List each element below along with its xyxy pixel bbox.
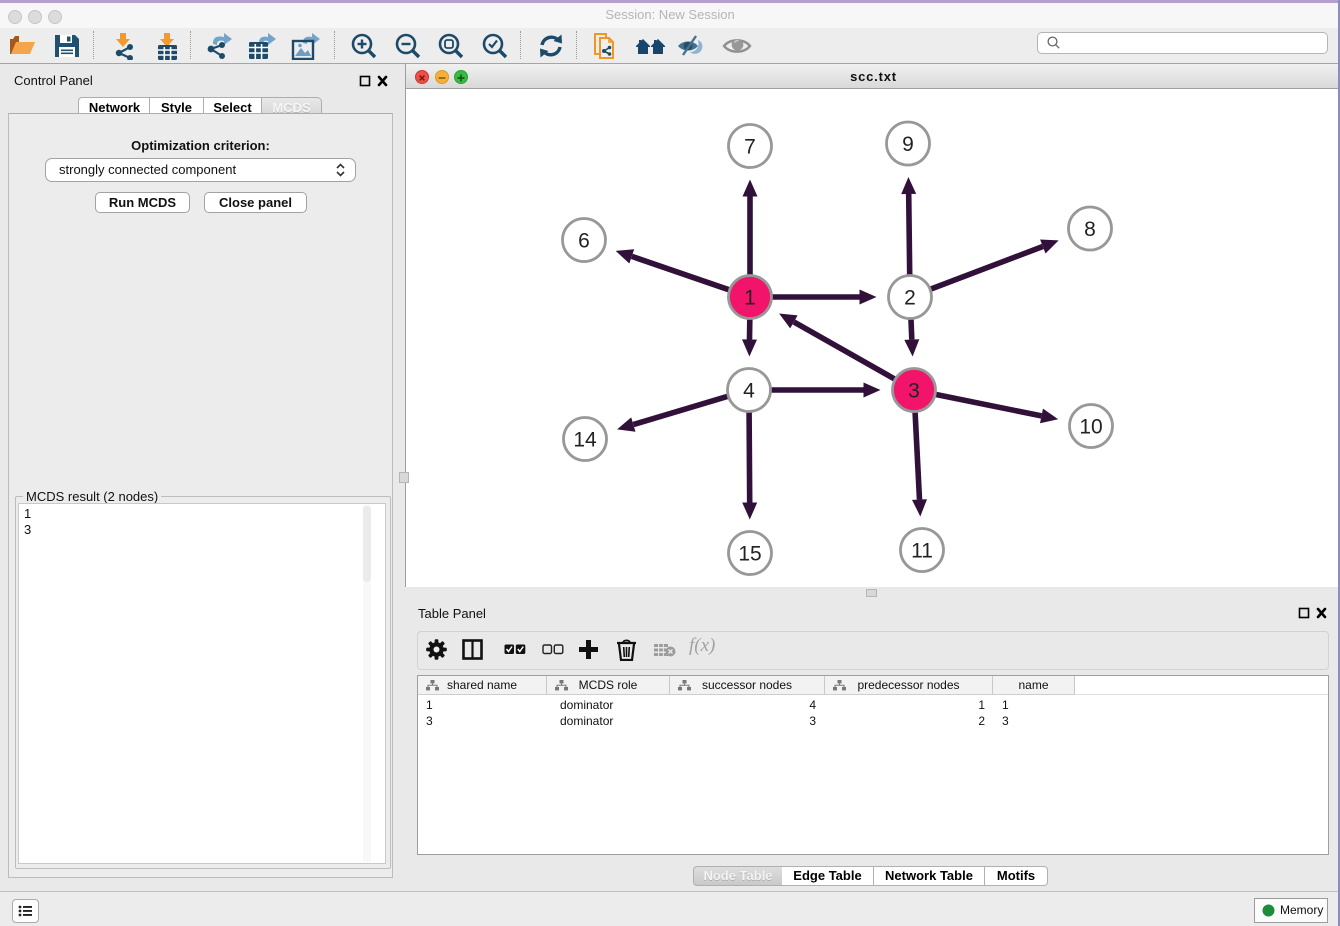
svg-text:4: 4 xyxy=(743,380,755,403)
svg-text:15: 15 xyxy=(738,543,761,566)
svg-text:7: 7 xyxy=(744,136,756,159)
svg-text:11: 11 xyxy=(911,540,933,563)
svg-text:14: 14 xyxy=(573,429,597,452)
svg-text:9: 9 xyxy=(902,133,914,156)
svg-text:8: 8 xyxy=(1084,218,1096,241)
svg-text:10: 10 xyxy=(1079,416,1102,439)
svg-text:3: 3 xyxy=(908,380,920,403)
svg-text:2: 2 xyxy=(904,287,916,310)
svg-text:1: 1 xyxy=(744,287,756,310)
svg-text:6: 6 xyxy=(578,230,590,253)
